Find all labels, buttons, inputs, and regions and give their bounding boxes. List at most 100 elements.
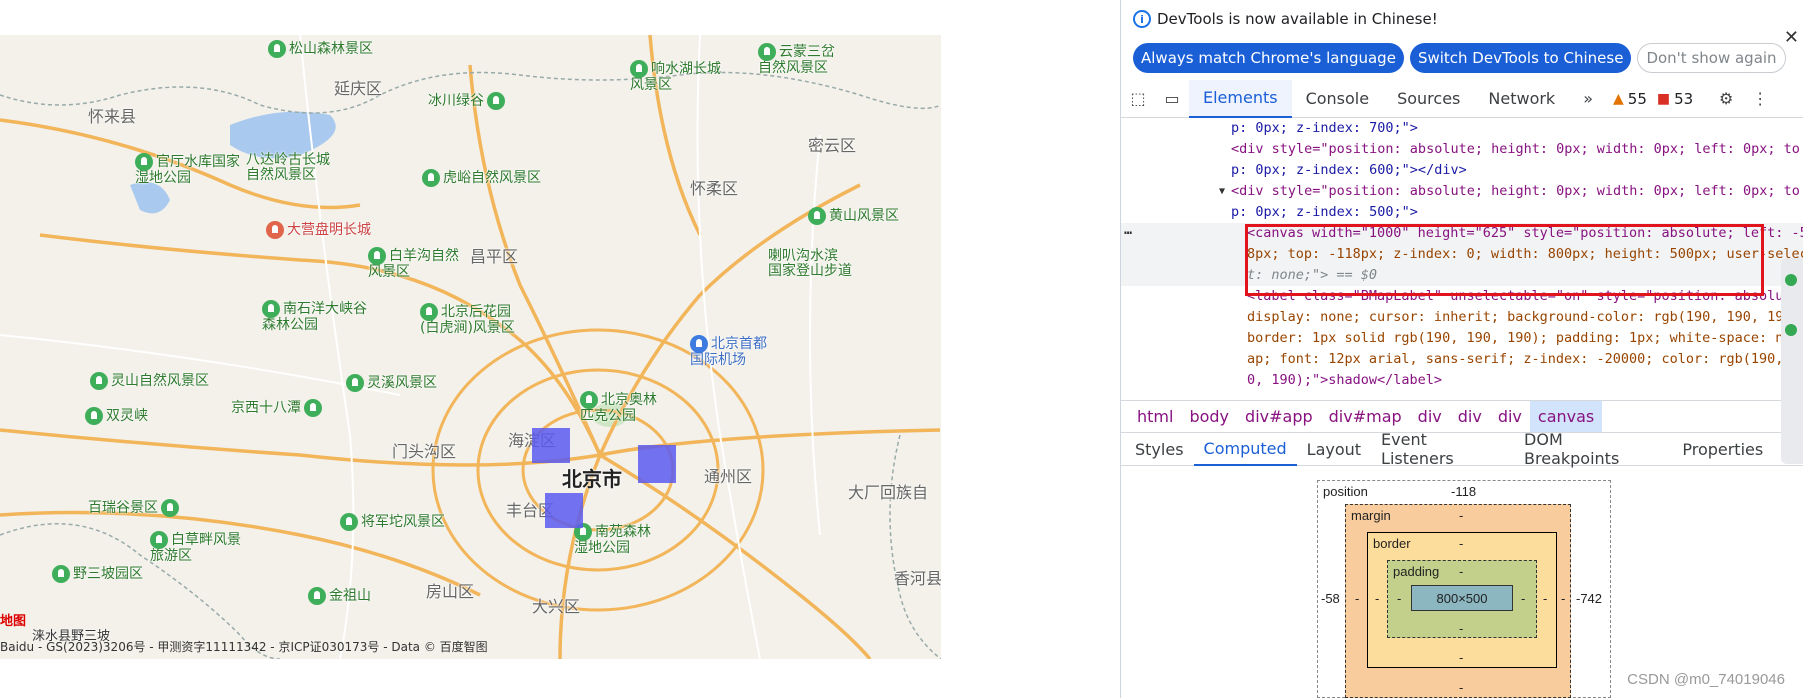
margin-bottom-value[interactable]: - — [1459, 680, 1463, 695]
poi-nanyuan[interactable]: 南苑森林 湿地公园 — [574, 523, 651, 556]
overlay-rect-chaoyang[interactable] — [638, 445, 676, 483]
poi-baiyang[interactable]: 白羊沟自然 风景区 — [368, 247, 459, 280]
border-label: border — [1373, 536, 1411, 551]
poi-nankou[interactable]: 南石洋大峡谷 森林公园 — [262, 300, 367, 333]
park-icon — [308, 587, 326, 605]
poi-jiangjun[interactable]: 将军坨风景区 — [340, 511, 445, 531]
margin-top-value[interactable]: - — [1459, 508, 1463, 523]
park-icon — [340, 513, 358, 531]
margin-left-value[interactable]: - — [1355, 591, 1359, 606]
border-bottom-value[interactable]: - — [1459, 650, 1463, 665]
dom-line[interactable]: border: 1px solid rgb(190, 190, 190); pa… — [1121, 328, 1803, 349]
district-miyun: 密云区 — [808, 136, 857, 155]
poi-labagou[interactable]: 喇叭沟水滨 国家登山步道 — [768, 249, 852, 279]
watermark: CSDN @m0_74019046 — [1627, 671, 1785, 688]
tab-computed[interactable]: Computed — [1193, 432, 1297, 466]
breadcrumb-item[interactable]: div — [1410, 401, 1450, 433]
poi-guanting[interactable]: 官厅水库国家 湿地公园 — [135, 153, 240, 186]
elements-dom-tree[interactable]: p: 0px; z-index: 700;"> <div style="posi… — [1121, 118, 1803, 400]
poi-beijinghou[interactable]: 北京后花园 (白虎涧)风景区 — [420, 303, 515, 336]
poi-olympic[interactable]: 北京奥林 匹克公园 — [580, 391, 657, 424]
info-icon: i — [1133, 10, 1151, 28]
error-count[interactable]: 53 — [1674, 90, 1693, 108]
poi-shuangling[interactable]: 双灵峡 — [85, 405, 148, 425]
dom-line[interactable]: display: none; cursor: inherit; backgrou… — [1121, 307, 1803, 328]
poi-dajuepan[interactable]: 大营盘明长城 — [266, 219, 371, 239]
breadcrumb-item[interactable]: div#map — [1321, 401, 1410, 433]
city-beijing: 北京市 — [562, 467, 622, 491]
dom-line[interactable]: 0, 190);">shadow</label> — [1121, 370, 1803, 391]
poi-yunmeng[interactable]: 云蒙三岔 自然风景区 — [758, 43, 835, 76]
breadcrumb-item[interactable]: div — [1450, 401, 1490, 433]
dom-line[interactable]: p: 0px; z-index: 600;"></div> — [1121, 160, 1803, 181]
margin-right-value[interactable]: - — [1561, 591, 1565, 606]
park-icon — [135, 153, 153, 171]
border-left-value[interactable]: - — [1375, 591, 1379, 606]
poi-huangshan[interactable]: 黄山风景区 — [808, 205, 899, 225]
tab-dom-breakpoints[interactable]: DOM Breakpoints — [1514, 430, 1672, 468]
padding-left-value[interactable]: - — [1397, 591, 1401, 606]
padding-bottom-value[interactable]: - — [1459, 621, 1463, 636]
breadcrumb-item-current[interactable]: canvas — [1529, 400, 1603, 433]
dont-show-again-button[interactable]: Don't show again — [1637, 43, 1786, 73]
poi-bingchuan[interactable]: 冰川绿谷 — [428, 90, 508, 110]
district-huailai: 怀来县 — [88, 107, 137, 126]
warning-count[interactable]: 55 — [1628, 90, 1647, 108]
device-toolbar-icon[interactable]: ▭ — [1155, 80, 1189, 118]
border-right-value[interactable]: - — [1543, 591, 1547, 606]
poi-lingxi[interactable]: 灵溪风景区 — [346, 372, 437, 392]
more-tabs-button[interactable]: » — [1569, 80, 1607, 118]
side-panel-strip[interactable] — [1781, 258, 1803, 464]
tab-sources[interactable]: Sources — [1383, 80, 1474, 118]
landmark-icon — [266, 221, 284, 239]
poi-xiangshuihu[interactable]: 响水湖长城 风景区 — [630, 60, 721, 93]
poi-jingxi[interactable]: 京西十八潭 — [231, 397, 325, 417]
poi-yesan[interactable]: 野三坡园区 — [52, 563, 143, 583]
tab-styles[interactable]: Styles — [1125, 432, 1194, 466]
breadcrumb-item[interactable]: body — [1181, 401, 1237, 433]
poi-hulu[interactable]: 虎峪自然风景区 — [422, 167, 541, 187]
tab-console[interactable]: Console — [1292, 80, 1384, 118]
poi-baicao[interactable]: 白草畔风景 旅游区 — [150, 531, 241, 564]
position-top-value[interactable]: -118 — [1451, 484, 1476, 499]
position-left-value[interactable]: -58 — [1321, 591, 1340, 606]
dom-line[interactable]: ▼ <div style="position: absolute; height:… — [1121, 181, 1803, 202]
overlay-rect-haidian[interactable] — [532, 428, 570, 463]
tab-layout[interactable]: Layout — [1297, 432, 1371, 466]
close-icon[interactable]: ✕ — [1784, 27, 1799, 48]
dom-line[interactable]: <div style="position: absolute; height: … — [1121, 139, 1803, 160]
baidu-map[interactable]: 松山森林景区 延庆区 怀来县 冰川绿谷 响水湖长城 风景区 云蒙三岔 自然风景区… — [0, 35, 941, 659]
tab-network[interactable]: Network — [1474, 80, 1569, 118]
tab-properties[interactable]: Properties — [1672, 432, 1773, 466]
expand-triangle-icon[interactable]: ▼ — [1219, 181, 1225, 202]
border-top-value[interactable]: - — [1459, 536, 1463, 551]
tab-event-listeners[interactable]: Event Listeners — [1371, 430, 1514, 468]
switch-to-chinese-button[interactable]: Switch DevTools to Chinese — [1409, 43, 1632, 73]
settings-gear-icon[interactable]: ⚙ — [1709, 80, 1743, 118]
poi-baili[interactable]: 百瑞谷景区 — [88, 497, 182, 517]
padding-right-value[interactable]: - — [1521, 591, 1525, 606]
padding-top-value[interactable]: - — [1459, 564, 1463, 579]
tab-elements[interactable]: Elements — [1189, 79, 1292, 118]
inspect-element-icon[interactable]: ⬚ — [1121, 80, 1155, 118]
poi-lingshan[interactable]: 灵山自然风景区 — [90, 370, 209, 390]
dom-line[interactable]: p: 0px; z-index: 700;"> — [1121, 118, 1803, 139]
position-right-value[interactable]: -742 — [1576, 591, 1602, 606]
park-icon — [268, 40, 286, 58]
error-icon[interactable]: ■ — [1657, 91, 1670, 107]
poi-jinzu[interactable]: 金祖山 — [308, 585, 371, 605]
poi-songshan[interactable]: 松山森林景区 — [268, 38, 373, 58]
more-actions-dots-icon[interactable]: ⋯ — [1124, 225, 1132, 241]
always-match-language-button[interactable]: Always match Chrome's language — [1133, 43, 1404, 73]
dom-line[interactable]: ap; font: 12px arial, sans-serif; z-inde… — [1121, 349, 1803, 370]
overlay-rect-fengtai[interactable] — [545, 493, 583, 528]
breadcrumb-item[interactable]: div — [1490, 401, 1530, 433]
dom-line[interactable]: p: 0px; z-index: 500;"> — [1121, 202, 1803, 223]
box-model-content[interactable]: 800×500 — [1411, 585, 1513, 611]
breadcrumb-item[interactable]: div#app — [1237, 401, 1321, 433]
more-options-icon[interactable]: ⋮ — [1743, 80, 1777, 118]
infobar-actions: Always match Chrome's language Switch De… — [1121, 38, 1803, 78]
breadcrumb-item[interactable]: html — [1129, 401, 1181, 433]
poi-airport[interactable]: 北京首都 国际机场 — [690, 335, 767, 368]
warning-icon[interactable]: ▲ — [1613, 91, 1624, 107]
